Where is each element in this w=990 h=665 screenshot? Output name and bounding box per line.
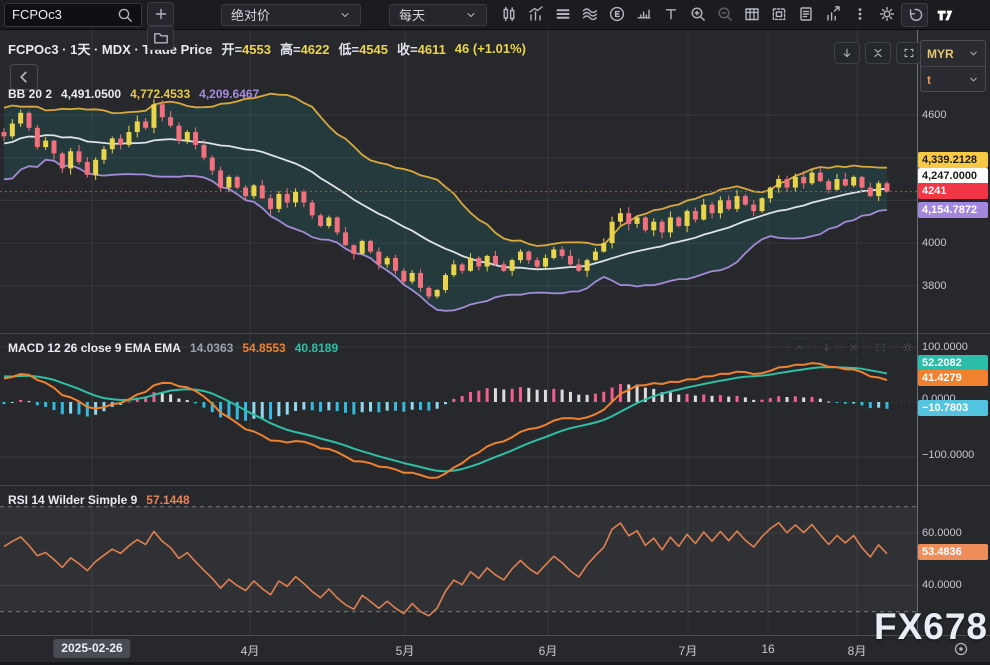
ohlc-pair: 低=4545: [338, 39, 388, 58]
macd-pane-buttons: [788, 338, 918, 357]
grid-layout-button[interactable]: [739, 3, 764, 25]
tradingview-logo[interactable]: [931, 3, 959, 27]
main-pane-buttons: [834, 42, 922, 64]
macd-signal-label: 52.2082: [918, 355, 988, 371]
chevron-down-icon: [339, 9, 351, 21]
price-axis-separator: [917, 30, 918, 636]
macd-signal-value: 40.8189: [295, 341, 338, 355]
time-tick: 7月: [679, 642, 698, 659]
ohlc-values: 开=4553 高=4622 低=4545 收=4611: [221, 39, 445, 58]
change-value: 46 (+1.01%): [455, 41, 526, 56]
bb-upper-value: 4,772.4533: [130, 87, 190, 101]
axis-tick: 3800: [922, 280, 946, 292]
line-tools-button[interactable]: [550, 3, 575, 25]
macd-line-value: 54.8553: [242, 341, 285, 355]
macd-hist-label: −10.7803: [918, 400, 988, 416]
interval-dropdown[interactable]: 每天: [389, 4, 487, 26]
macd-hist-value: 14.0363: [190, 341, 233, 355]
economic-events-button[interactable]: [604, 3, 629, 25]
bb-legend[interactable]: BB 20 2 4,491.0500 4,772.4533 4,209.6467: [8, 87, 259, 101]
bb-lower-value: 4,209.6467: [199, 87, 259, 101]
time-tick: 6月: [539, 642, 558, 659]
axis-tick: 40.0000: [922, 579, 962, 591]
rsi-pane[interactable]: [0, 486, 917, 635]
folder-button[interactable]: [147, 26, 174, 50]
macd-legend-title: MACD 12 26 close 9 EMA EMA: [8, 341, 181, 355]
bb-lower-price-label: 4,154.7872: [918, 202, 988, 218]
bb-basis-price-label: 4,247.0000: [918, 168, 988, 184]
time-axis[interactable]: 2025-02-26 4月 5月 6月 7月 16 8月: [0, 636, 990, 662]
currency-unit-selector: MYR t: [920, 40, 986, 92]
pane-separator[interactable]: [0, 485, 990, 486]
move-pane-up-button[interactable]: [788, 338, 810, 357]
undo-button[interactable]: [901, 3, 928, 27]
main-price-pane[interactable]: [0, 30, 917, 334]
chevron-down-icon: [465, 9, 477, 21]
symbol-search-value: FCPOc3: [12, 7, 62, 22]
more-options-button[interactable]: [847, 3, 872, 25]
notes-button[interactable]: [793, 3, 818, 25]
axis-tick: −100.0000: [922, 449, 974, 461]
axis-tick: 4000: [922, 237, 946, 249]
publish-chart-button[interactable]: [820, 3, 845, 25]
rsi-legend-title: RSI 14 Wilder Simple 9: [8, 493, 137, 507]
chevron-down-icon: [968, 48, 979, 59]
pane-separator[interactable]: [0, 333, 990, 334]
pane-settings-button[interactable]: [896, 338, 918, 357]
measure-button[interactable]: [631, 3, 656, 25]
axis-tick: 100.0000: [922, 341, 968, 353]
add-symbol-button[interactable]: [147, 2, 174, 26]
macd-line-label: 41.4279: [918, 370, 988, 386]
collapse-pane-button[interactable]: [865, 42, 891, 64]
compare-button[interactable]: [523, 3, 548, 25]
interval-value: 每天: [399, 5, 425, 24]
text-tool-button[interactable]: [658, 3, 683, 25]
macd-legend[interactable]: MACD 12 26 close 9 EMA EMA 14.0363 54.85…: [8, 341, 338, 355]
zoom-out-button[interactable]: [712, 3, 737, 25]
symbol-legend-row[interactable]: FCPOc3 · 1天 · MDX · Trade Price 开=4553 高=…: [8, 39, 526, 58]
currency-dropdown[interactable]: MYR: [921, 41, 985, 66]
ohlc-pair: 高=4622: [280, 39, 330, 58]
price-mode-dropdown[interactable]: 绝对价: [221, 4, 361, 26]
rsi-value: 57.1448: [146, 493, 189, 507]
price-mode-value: 绝对价: [231, 5, 270, 24]
maximize-pane-button[interactable]: [869, 338, 891, 357]
chevron-down-icon: [968, 74, 979, 85]
axis-tick: 60.0000: [922, 527, 962, 539]
maximize-pane-button[interactable]: [896, 42, 922, 64]
move-pane-down-button[interactable]: [815, 338, 837, 357]
settings-gear-button[interactable]: [874, 3, 899, 25]
bb-upper-price-label: 4,339.2128: [918, 152, 988, 168]
time-tick: 4月: [241, 642, 260, 659]
screenshot-button[interactable]: [766, 3, 791, 25]
symbol-title: FCPOc3 · 1天 · MDX · Trade Price: [8, 39, 212, 58]
axis-tick: 4600: [922, 109, 946, 121]
top-toolbar: FCPOc3 绝对价 每天: [0, 0, 990, 30]
ohlc-pair: 收=4611: [397, 39, 446, 58]
rsi-value-label: 53.4836: [918, 544, 988, 560]
zoom-in-button[interactable]: [685, 3, 710, 25]
currency-value: MYR: [927, 47, 954, 61]
time-tick: 16: [761, 642, 774, 656]
ohlc-pair: 开=4553: [221, 39, 271, 58]
unit-value: t: [927, 73, 931, 87]
time-tick: 8月: [848, 642, 867, 659]
close-pane-button[interactable]: [842, 338, 864, 357]
time-tick: 5月: [396, 642, 415, 659]
macd-pane[interactable]: [0, 334, 917, 486]
rsi-legend[interactable]: RSI 14 Wilder Simple 9 57.1448: [8, 493, 190, 507]
trading-chart-app: FCPOc3 绝对价 每天 FCPOc3 · 1天 · MDX · Trade …: [0, 0, 990, 665]
candlestick-style-button[interactable]: [496, 3, 521, 25]
symbol-search-input[interactable]: FCPOc3: [4, 3, 142, 27]
unit-dropdown[interactable]: t: [921, 67, 985, 92]
bb-basis-value: 4,491.0500: [61, 87, 121, 101]
search-icon: [116, 6, 134, 24]
bb-legend-title: BB 20 2: [8, 87, 52, 101]
indicators-button[interactable]: [577, 3, 602, 25]
session-start-label[interactable]: 2025-02-26: [53, 639, 130, 658]
fx678-watermark: FX678: [874, 606, 988, 648]
last-price-label: 4241: [918, 183, 988, 199]
move-pane-down-button[interactable]: [834, 42, 860, 64]
